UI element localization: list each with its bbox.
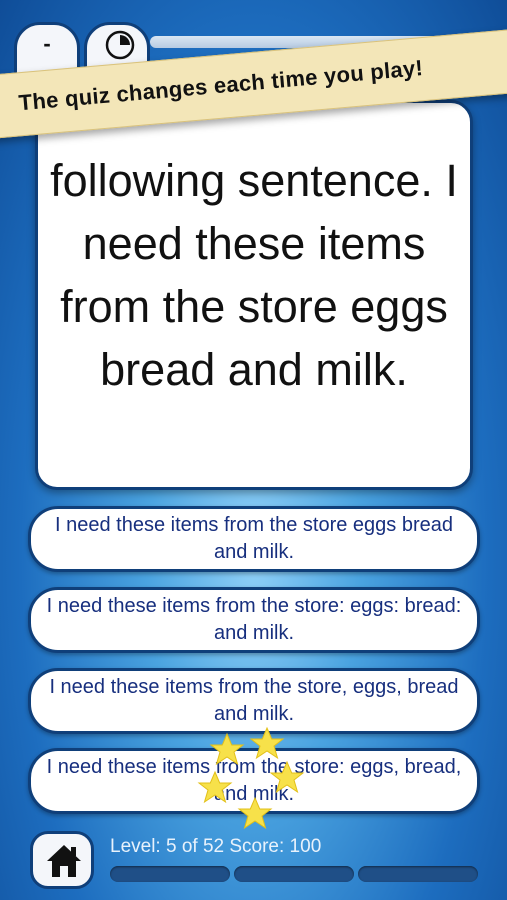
question-text: following sentence. I need these items f…	[50, 155, 458, 395]
question-card: ...t the following sentence. I need thes…	[35, 100, 473, 490]
level-score-text: Level: 5 of 52 Score: 100	[110, 836, 322, 857]
answer-option-4[interactable]: I need these items from the store: eggs,…	[28, 748, 480, 814]
home-button[interactable]	[30, 831, 94, 889]
answer-option-1[interactable]: I need these items from the store eggs b…	[28, 506, 480, 572]
answer-option-3[interactable]: I need these items from the store, eggs,…	[28, 668, 480, 734]
progress-segment	[110, 866, 230, 882]
answer-option-2[interactable]: I need these items from the store: eggs:…	[28, 587, 480, 653]
progress-segment	[234, 866, 354, 882]
minus-label: -	[43, 31, 51, 56]
progress-segment	[358, 866, 478, 882]
